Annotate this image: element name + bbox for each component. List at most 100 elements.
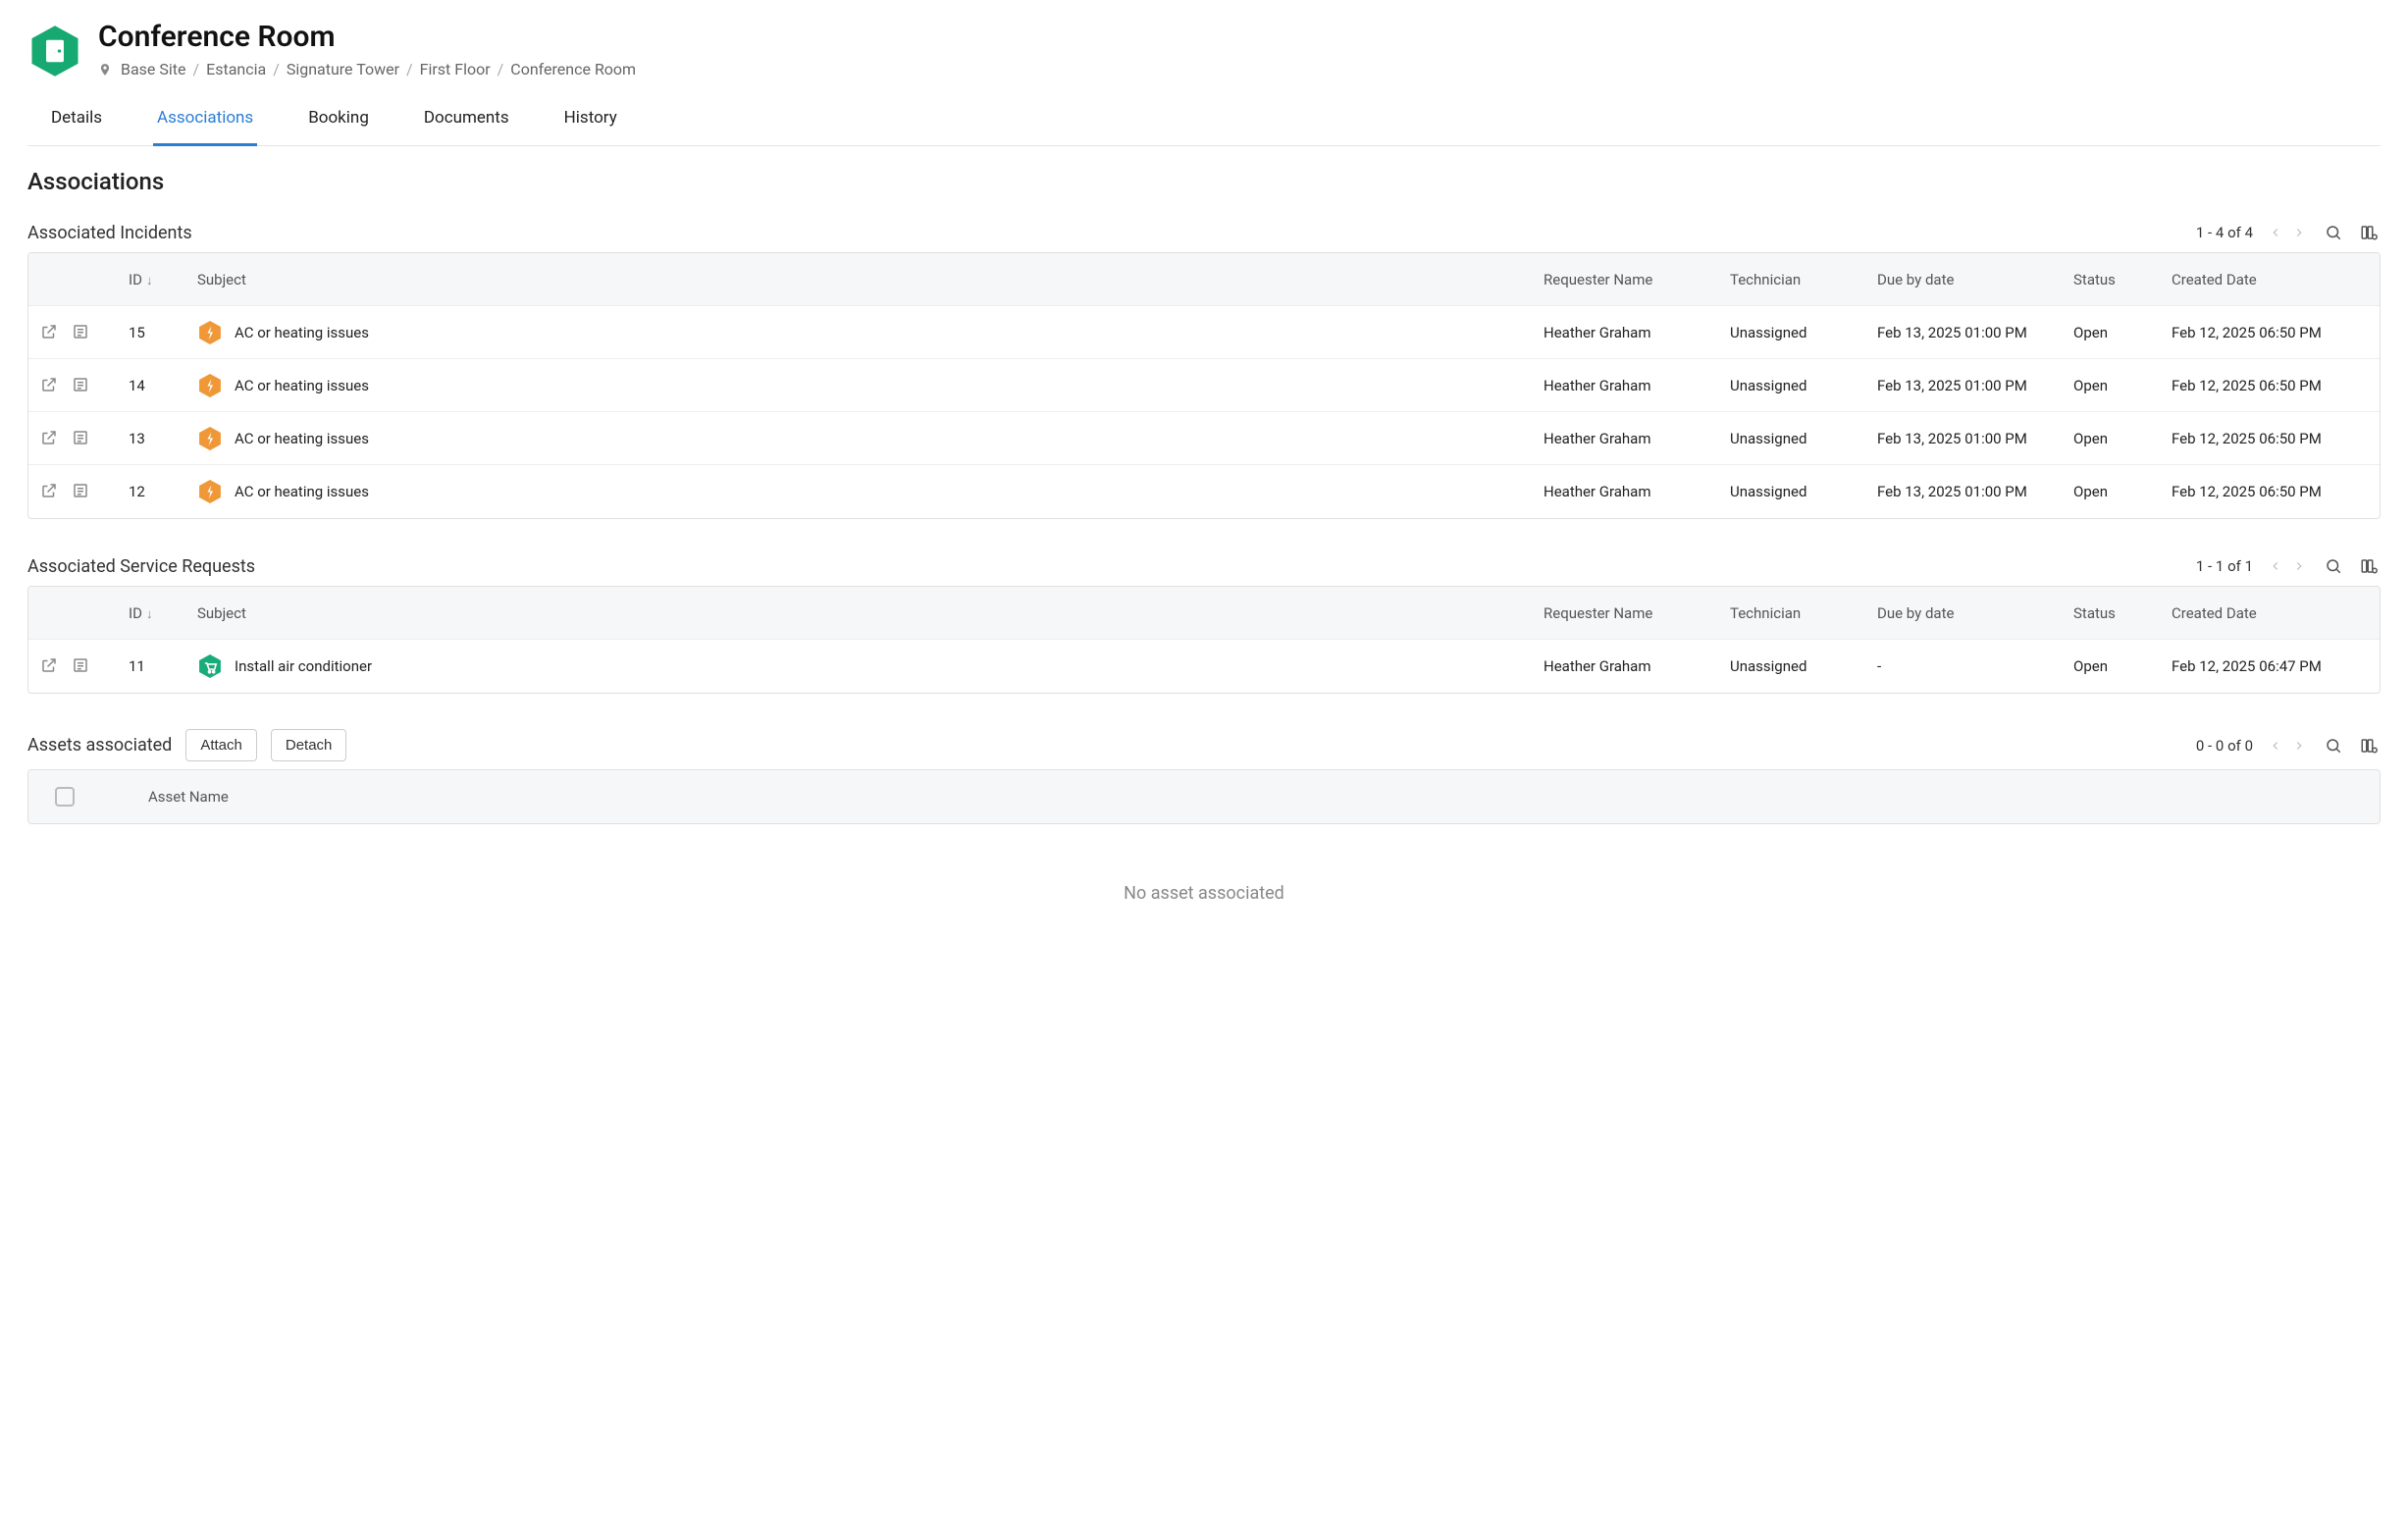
incidents-header: Associated Incidents 1 - 4 of 4 [27,221,2381,244]
cell-requester: Heather Graham [1544,483,1730,500]
breadcrumb-item[interactable]: Base Site [121,60,186,78]
tab-associations[interactable]: Associations [153,96,257,146]
breadcrumb-item[interactable]: Estancia [206,60,266,78]
open-external-icon[interactable] [40,656,60,676]
col-requester[interactable]: Requester Name [1544,604,1730,622]
search-icon[interactable] [2322,554,2345,578]
search-icon[interactable] [2322,221,2345,244]
cell-due: Feb 13, 2025 01:00 PM [1877,430,2073,447]
cell-requester: Heather Graham [1544,657,1730,675]
cell-technician: Unassigned [1730,483,1877,500]
col-subject[interactable]: Subject [197,271,1544,288]
cell-status: Open [2073,430,2172,447]
cell-technician: Unassigned [1730,430,1877,447]
pager-prev[interactable] [2265,222,2286,243]
cell-status: Open [2073,377,2172,394]
table-row[interactable]: 15 AC or heating issues Heather Graham U… [28,306,2380,359]
cell-subject: AC or heating issues [235,430,369,447]
page-header: Conference Room Base Site/ Estancia/ Sig… [27,20,2381,78]
room-icon [27,24,82,78]
cell-created: Feb 12, 2025 06:50 PM [2172,377,2368,394]
col-due[interactable]: Due by date [1877,604,2073,622]
table-row[interactable]: 11 Install air conditioner Heather Graha… [28,640,2380,693]
table-row[interactable]: 13 AC or heating issues Heather Graham U… [28,412,2380,465]
cell-subject: AC or heating issues [235,377,369,394]
breadcrumb-item[interactable]: Conference Room [510,60,636,78]
select-all-checkbox[interactable] [55,787,75,807]
assets-header: Assets associated Attach Detach 0 - 0 of… [27,729,2381,761]
open-external-icon[interactable] [40,323,60,342]
detail-view-icon[interactable] [72,323,91,342]
sort-desc-icon: ↓ [146,274,153,288]
cell-id: 15 [129,324,197,341]
detail-view-icon[interactable] [72,656,91,676]
cell-due: Feb 13, 2025 01:00 PM [1877,324,2073,341]
table-row[interactable]: 12 AC or heating issues Heather Graham U… [28,465,2380,518]
incidents-title: Associated Incidents [27,223,192,243]
section-title: Associations [27,168,2381,195]
service-requests-header: Associated Service Requests 1 - 1 of 1 [27,554,2381,578]
cell-technician: Unassigned [1730,657,1877,675]
pager-prev[interactable] [2265,555,2286,577]
pager-next[interactable] [2288,555,2310,577]
open-external-icon[interactable] [40,376,60,395]
type-icon [197,373,223,398]
attach-button[interactable]: Attach [185,729,257,761]
cell-id: 14 [129,377,197,394]
cell-requester: Heather Graham [1544,377,1730,394]
tab-documents[interactable]: Documents [420,96,513,146]
tab-history[interactable]: History [560,96,621,146]
cell-due: - [1877,657,2073,675]
cell-due: Feb 13, 2025 01:00 PM [1877,483,2073,500]
search-icon[interactable] [2322,734,2345,757]
table-row[interactable]: 14 AC or heating issues Heather Graham U… [28,359,2380,412]
page-title: Conference Room [98,20,636,54]
assets-title: Assets associated [27,735,172,756]
detach-button[interactable]: Detach [271,729,347,761]
cell-technician: Unassigned [1730,377,1877,394]
column-settings-icon[interactable] [2357,554,2381,578]
pager-next[interactable] [2288,735,2310,756]
col-created[interactable]: Created Date [2172,271,2368,288]
type-icon [197,479,223,504]
assets-pager: 0 - 0 of 0 [2196,734,2381,757]
detail-view-icon[interactable] [72,482,91,501]
col-technician[interactable]: Technician [1730,271,1877,288]
cell-status: Open [2073,657,2172,675]
col-asset-name[interactable]: Asset Name [89,788,2368,806]
cell-created: Feb 12, 2025 06:50 PM [2172,324,2368,341]
col-created[interactable]: Created Date [2172,604,2368,622]
col-status[interactable]: Status [2073,271,2172,288]
column-settings-icon[interactable] [2357,734,2381,757]
open-external-icon[interactable] [40,429,60,448]
type-icon [197,426,223,451]
assets-table: Asset Name [27,769,2381,824]
detail-view-icon[interactable] [72,376,91,395]
breadcrumb-item[interactable]: First Floor [420,60,491,78]
service-requests-table: ID↓ Subject Requester Name Technician Du… [27,586,2381,694]
open-external-icon[interactable] [40,482,60,501]
col-id[interactable]: ID↓ [129,604,197,622]
cell-created: Feb 12, 2025 06:50 PM [2172,430,2368,447]
detail-view-icon[interactable] [72,429,91,448]
cell-created: Feb 12, 2025 06:47 PM [2172,657,2368,675]
cell-subject: AC or heating issues [235,483,369,500]
col-technician[interactable]: Technician [1730,604,1877,622]
col-due[interactable]: Due by date [1877,271,2073,288]
col-subject[interactable]: Subject [197,604,1544,622]
pager-next[interactable] [2288,222,2310,243]
service-requests-title: Associated Service Requests [27,556,255,577]
col-id[interactable]: ID↓ [129,271,197,288]
col-status[interactable]: Status [2073,604,2172,622]
tab-booking[interactable]: Booking [304,96,373,146]
pager-text: 0 - 0 of 0 [2196,737,2253,755]
breadcrumb-item[interactable]: Signature Tower [287,60,399,78]
tab-details[interactable]: Details [47,96,106,146]
column-settings-icon[interactable] [2357,221,2381,244]
col-requester[interactable]: Requester Name [1544,271,1730,288]
location-icon [98,63,112,77]
assets-empty-state: No asset associated [27,824,2381,923]
service-pager: 1 - 1 of 1 [2196,554,2381,578]
cell-requester: Heather Graham [1544,324,1730,341]
pager-prev[interactable] [2265,735,2286,756]
